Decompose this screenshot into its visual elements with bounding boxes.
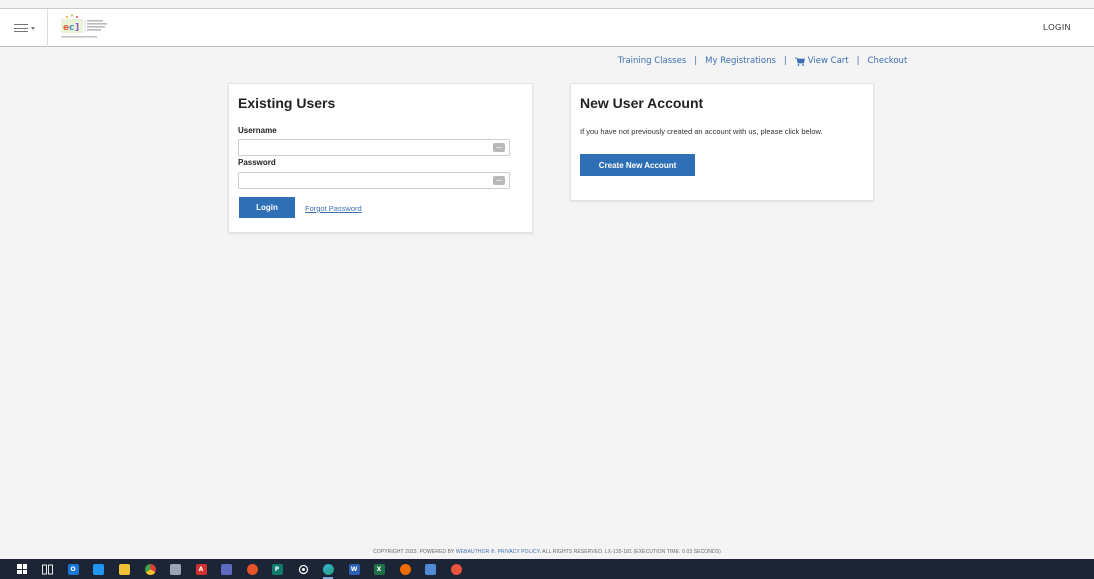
footer-rights: . ALL RIGHTS RESERVED. LX-135-181 (EXECU…	[539, 549, 721, 555]
divider	[47, 9, 48, 47]
new-user-description: If you have not previously created an ac…	[580, 127, 823, 136]
cart-icon	[794, 57, 805, 66]
snagit-icon[interactable]	[449, 562, 463, 576]
chrome-icon[interactable]	[143, 562, 157, 576]
existing-users-panel: Existing Users Username Password Login F…	[228, 83, 533, 233]
nav-separator: |	[694, 56, 698, 66]
privacy-policy-link[interactable]: PRIVACY POLICY	[498, 549, 540, 555]
organization-logo[interactable]: e c ]	[58, 13, 116, 43]
existing-users-title: Existing Users	[238, 95, 336, 111]
nav-separator: |	[783, 56, 787, 66]
create-new-account-button[interactable]: Create New Account	[580, 154, 695, 176]
nav-checkout[interactable]: Checkout	[868, 56, 908, 66]
password-label: Password	[238, 158, 276, 167]
username-label: Username	[238, 126, 277, 135]
username-field[interactable]	[238, 139, 510, 158]
outlook-icon[interactable]: O	[66, 562, 80, 576]
windows-start-icon[interactable]	[15, 562, 29, 576]
snipping-tool-icon[interactable]	[423, 562, 437, 576]
acrobat-icon[interactable]: A	[194, 562, 208, 576]
publisher-icon[interactable]: P	[270, 562, 284, 576]
sub-navigation: Training Classes | My Registrations | Vi…	[618, 56, 907, 66]
edge-icon[interactable]	[321, 562, 335, 579]
nav-my-registrations[interactable]: My Registrations	[705, 56, 776, 66]
file-explorer-icon[interactable]	[117, 562, 131, 576]
excel-icon[interactable]: X	[372, 562, 386, 576]
caret-down-icon	[31, 26, 35, 30]
task-view-icon[interactable]	[40, 562, 54, 576]
powerpoint-icon[interactable]	[245, 562, 259, 576]
nav-separator: |	[856, 56, 860, 66]
password-input[interactable]	[239, 175, 509, 191]
footer: COPYRIGHT 2023. POWERED BY WEBAUTHOR ® . …	[0, 549, 1094, 555]
password-field[interactable]	[238, 172, 510, 191]
forgot-password-link[interactable]: Forgot Password	[305, 204, 362, 213]
settings-icon[interactable]	[296, 562, 310, 576]
svg-text:c: c	[69, 23, 74, 33]
word-icon[interactable]: W	[347, 562, 361, 576]
new-user-title: New User Account	[580, 95, 704, 111]
webauthor-link[interactable]: WEBAUTHOR ®	[456, 549, 495, 555]
teams-icon[interactable]	[219, 562, 233, 576]
windows-taskbar: O A P W X	[0, 559, 1094, 579]
top-bar: e c ] LOGIN	[0, 8, 1094, 47]
footer-copyright: COPYRIGHT 2023. POWERED BY	[373, 549, 456, 555]
hamburger-menu-icon	[14, 24, 28, 32]
camera-icon[interactable]	[168, 562, 182, 576]
opera-icon[interactable]	[398, 562, 412, 576]
password-manager-icon[interactable]	[493, 176, 505, 185]
new-user-panel: New User Account If you have not previou…	[570, 83, 874, 201]
nav-view-cart-label: View Cart	[807, 56, 849, 66]
login-button[interactable]: Login	[239, 197, 295, 218]
svg-text:]: ]	[75, 23, 79, 33]
nav-view-cart[interactable]: View Cart	[794, 56, 849, 66]
username-input[interactable]	[239, 142, 509, 158]
login-link[interactable]: LOGIN	[1043, 22, 1071, 32]
nav-training-classes[interactable]: Training Classes	[618, 56, 686, 66]
hamburger-menu-button[interactable]	[14, 19, 40, 37]
password-manager-icon[interactable]	[493, 143, 505, 152]
calendar-icon[interactable]	[91, 562, 105, 576]
